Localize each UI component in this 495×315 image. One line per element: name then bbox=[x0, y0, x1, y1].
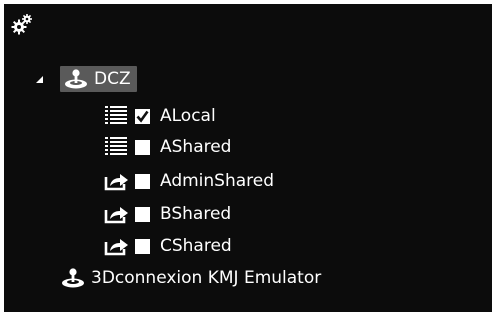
joystick-icon bbox=[62, 67, 90, 91]
child-label-ashared: AShared bbox=[160, 137, 232, 157]
child-label-cshared: CShared bbox=[160, 236, 232, 256]
checkbox-cshared[interactable] bbox=[135, 238, 150, 254]
child-label-alocal: ALocal bbox=[160, 106, 216, 126]
checkbox-ashared[interactable] bbox=[135, 139, 150, 155]
share-icon bbox=[100, 169, 132, 193]
tree-child-alocal[interactable]: ALocal bbox=[100, 102, 216, 130]
share-icon bbox=[100, 202, 132, 226]
tree-child-bshared[interactable]: BShared bbox=[100, 200, 231, 228]
tree-child-ashared[interactable]: AShared bbox=[100, 133, 231, 161]
gears-icon[interactable] bbox=[11, 13, 33, 35]
tree-child-adminshared[interactable]: AdminShared bbox=[100, 167, 274, 195]
child-label-adminshared: AdminShared bbox=[160, 171, 275, 191]
check-mark-icon bbox=[136, 110, 149, 123]
selected-node-dcz[interactable]: DCZ bbox=[60, 66, 137, 92]
list-icon bbox=[100, 135, 132, 159]
checkbox-alocal[interactable] bbox=[135, 108, 150, 124]
tree-child-cshared[interactable]: CShared bbox=[100, 232, 232, 260]
checkbox-adminshared[interactable] bbox=[135, 173, 150, 189]
tree-node-kmj-emulator[interactable]: 3Dconnexion KMJ Emulator bbox=[59, 264, 321, 292]
share-icon bbox=[100, 234, 132, 258]
list-icon bbox=[100, 104, 132, 128]
child-label-bshared: BShared bbox=[160, 204, 232, 224]
device-tree-panel: DCZ ALocal AShared AdminShared BShared C… bbox=[4, 4, 492, 312]
joystick-icon bbox=[59, 266, 87, 290]
tree-node-dcz: DCZ bbox=[34, 65, 137, 93]
node-label-dcz: DCZ bbox=[94, 69, 131, 89]
node-label-kmj-emulator: 3Dconnexion KMJ Emulator bbox=[91, 268, 322, 288]
checkbox-bshared[interactable] bbox=[135, 206, 150, 222]
expand-collapse-arrow-icon[interactable] bbox=[34, 74, 44, 84]
